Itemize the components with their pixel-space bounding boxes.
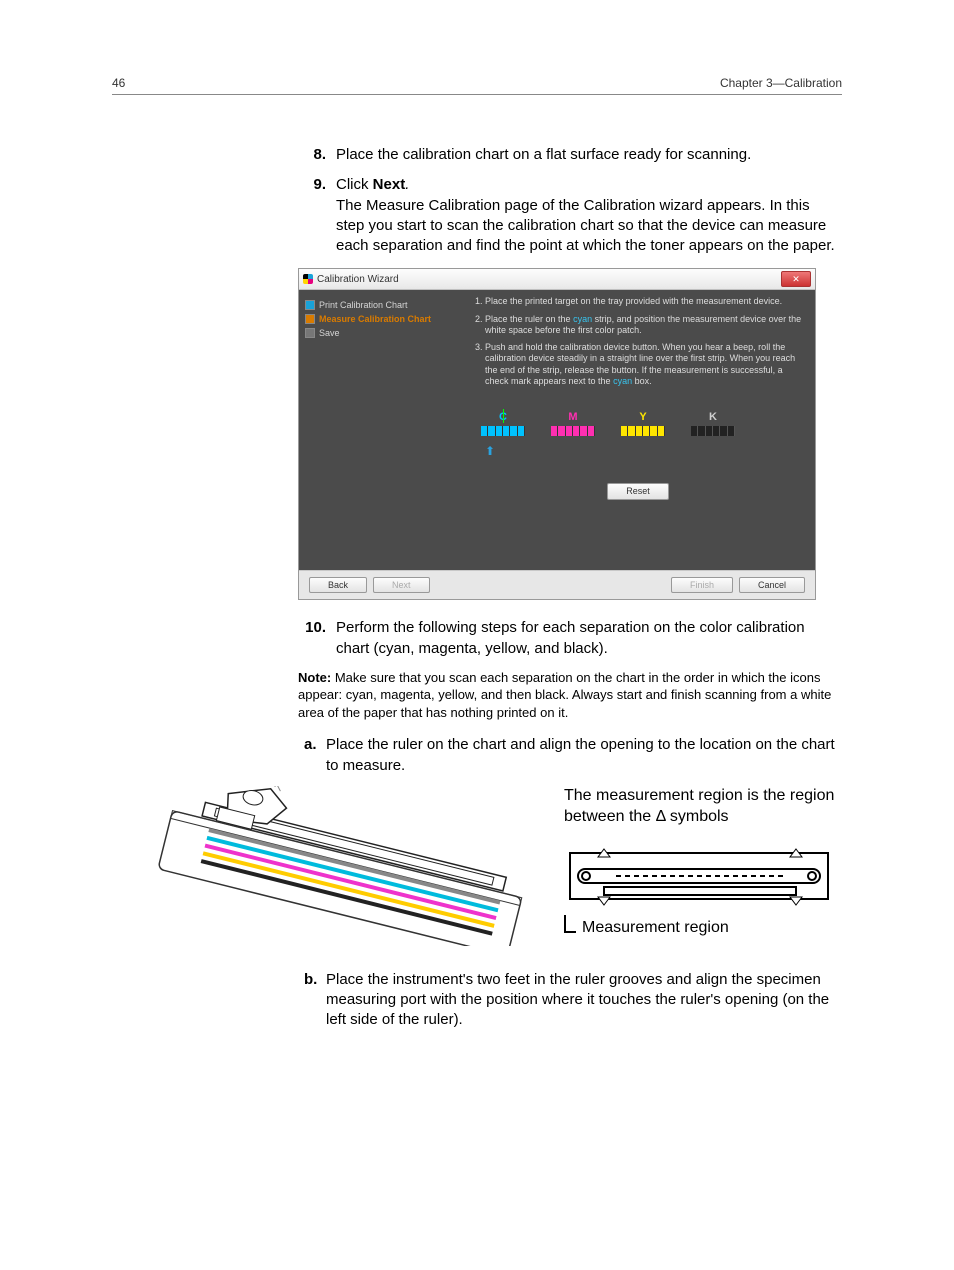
substep-text: Place the ruler on the chart and align t…: [326, 735, 842, 776]
step-number: 8.: [298, 145, 336, 165]
calibration-wizard-window: Calibration Wizard ✕ Print Calibration C…: [298, 268, 816, 600]
strip-cyan: C: [481, 411, 525, 436]
sidebar-item-label: Save: [319, 328, 340, 338]
instruction-3: Push and hold the calibration device but…: [485, 342, 803, 387]
close-icon[interactable]: ✕: [781, 271, 811, 287]
step-9-lead-a: Click: [336, 176, 373, 193]
sidebar-item-save[interactable]: Save: [305, 326, 455, 340]
step-9-period: .: [405, 176, 409, 193]
instruction-2: Place the ruler on the cyan strip, and p…: [485, 314, 803, 337]
step-text: Place the calibration chart on a flat su…: [336, 145, 842, 165]
substep-number: a.: [304, 735, 326, 776]
next-button[interactable]: Next: [373, 577, 430, 593]
substep-b: b. Place the instrument's two feet in th…: [304, 970, 842, 1031]
sidebar-item-label: Measure Calibration Chart: [319, 314, 431, 324]
step-9-next-bold: Next: [373, 176, 406, 193]
measurement-region-diagram: [564, 837, 834, 913]
step-9: 9. Click Next. The Measure Calibration p…: [298, 175, 842, 256]
step-number: 9.: [298, 175, 336, 256]
page-number: 46: [112, 76, 125, 90]
wizard-sidebar: Print Calibration Chart Measure Calibrat…: [299, 290, 461, 570]
back-button[interactable]: Back: [309, 577, 367, 593]
measurement-illustration: The measurement region is the region bet…: [112, 786, 842, 946]
note-block: Note: Make sure that you scan each separ…: [298, 669, 842, 722]
step-10: 10. Perform the following steps for each…: [298, 618, 842, 659]
ruler-device-illustration: [112, 786, 556, 946]
step-9-body: The Measure Calibration page of the Cali…: [336, 197, 835, 255]
finish-button[interactable]: Finish: [671, 577, 733, 593]
strip-black: K: [691, 411, 735, 436]
note-text: Make sure that you scan each separation …: [298, 670, 831, 720]
measurement-region-label: Measurement region: [582, 919, 729, 937]
arrow-up-icon: ⬆: [485, 444, 803, 459]
sidebar-item-print-chart[interactable]: Print Calibration Chart: [305, 298, 455, 312]
chapter-label: Chapter 3—Calibration: [720, 76, 842, 90]
sidebar-item-measure-chart[interactable]: Measure Calibration Chart: [305, 312, 455, 326]
step-number: 10.: [298, 618, 336, 659]
sidebar-item-label: Print Calibration Chart: [319, 300, 408, 310]
wizard-instructions: Place the printed target on the tray pro…: [461, 290, 815, 570]
instruction-1: Place the printed target on the tray pro…: [485, 296, 803, 307]
step-8: 8. Place the calibration chart on a flat…: [298, 145, 842, 165]
color-strips: C M Y K: [481, 411, 803, 436]
step-text: Perform the following steps for each sep…: [336, 618, 842, 659]
wizard-titlebar[interactable]: Calibration Wizard ✕: [299, 269, 815, 290]
cancel-button[interactable]: Cancel: [739, 577, 805, 593]
step-marker-icon: [305, 314, 315, 324]
illustration-caption: The measurement region is the region bet…: [564, 786, 842, 828]
app-icon: [303, 274, 313, 284]
substep-number: b.: [304, 970, 326, 1031]
strip-yellow: Y: [621, 411, 665, 436]
substep-text: Place the instrument's two feet in the r…: [326, 970, 842, 1031]
note-label: Note:: [298, 670, 331, 685]
wizard-footer: Back Next Finish Cancel: [299, 570, 815, 599]
page-header: 46 Chapter 3—Calibration: [112, 76, 842, 95]
measurement-region-label-row: Measurement region: [564, 919, 842, 937]
reset-button[interactable]: Reset: [607, 483, 669, 500]
step-marker-icon: [305, 328, 315, 338]
bracket-icon: [564, 915, 576, 933]
strip-magenta: M: [551, 411, 595, 436]
step-marker-icon: [305, 300, 315, 310]
wizard-title: Calibration Wizard: [317, 274, 399, 285]
substep-a: a. Place the ruler on the chart and alig…: [304, 735, 842, 776]
